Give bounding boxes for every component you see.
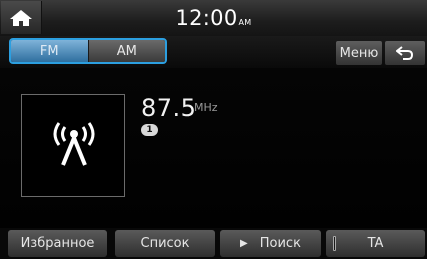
- back-arrow-icon: [396, 46, 414, 60]
- clock-ampm: AM: [238, 18, 252, 27]
- ta-button[interactable]: TA: [326, 230, 425, 257]
- favorites-button[interactable]: Избранное: [8, 230, 107, 257]
- ta-indicator-icon: [333, 236, 336, 251]
- clock: 12:00AM: [0, 6, 427, 30]
- band-selector: FM AM: [9, 38, 167, 64]
- band-fm-button[interactable]: FM: [11, 40, 89, 62]
- frequency-unit: MHz: [194, 101, 218, 114]
- ta-label: TA: [367, 236, 384, 251]
- clock-time: 12:00: [175, 6, 238, 30]
- play-icon: ▶: [240, 238, 248, 249]
- search-button[interactable]: ▶ Поиск: [220, 230, 321, 257]
- status-bar: 12:00AM: [0, 0, 427, 37]
- radio-antenna-icon: [53, 122, 95, 166]
- search-label: Поиск: [259, 236, 301, 251]
- radio-screen: 12:00AM FM AM Меню 87.5 MHz 1 Избранное …: [0, 0, 427, 259]
- preset-badge: 1: [141, 124, 158, 136]
- frequency-value: 87.5: [141, 94, 197, 122]
- band-bar: FM AM Меню: [0, 36, 427, 68]
- band-am-button[interactable]: AM: [88, 40, 165, 62]
- menu-button[interactable]: Меню: [336, 41, 382, 65]
- list-button[interactable]: Список: [115, 230, 215, 257]
- back-button[interactable]: [385, 41, 425, 65]
- station-art: [21, 94, 125, 197]
- softkey-bar: Избранное Список ▶ Поиск TA: [0, 228, 427, 259]
